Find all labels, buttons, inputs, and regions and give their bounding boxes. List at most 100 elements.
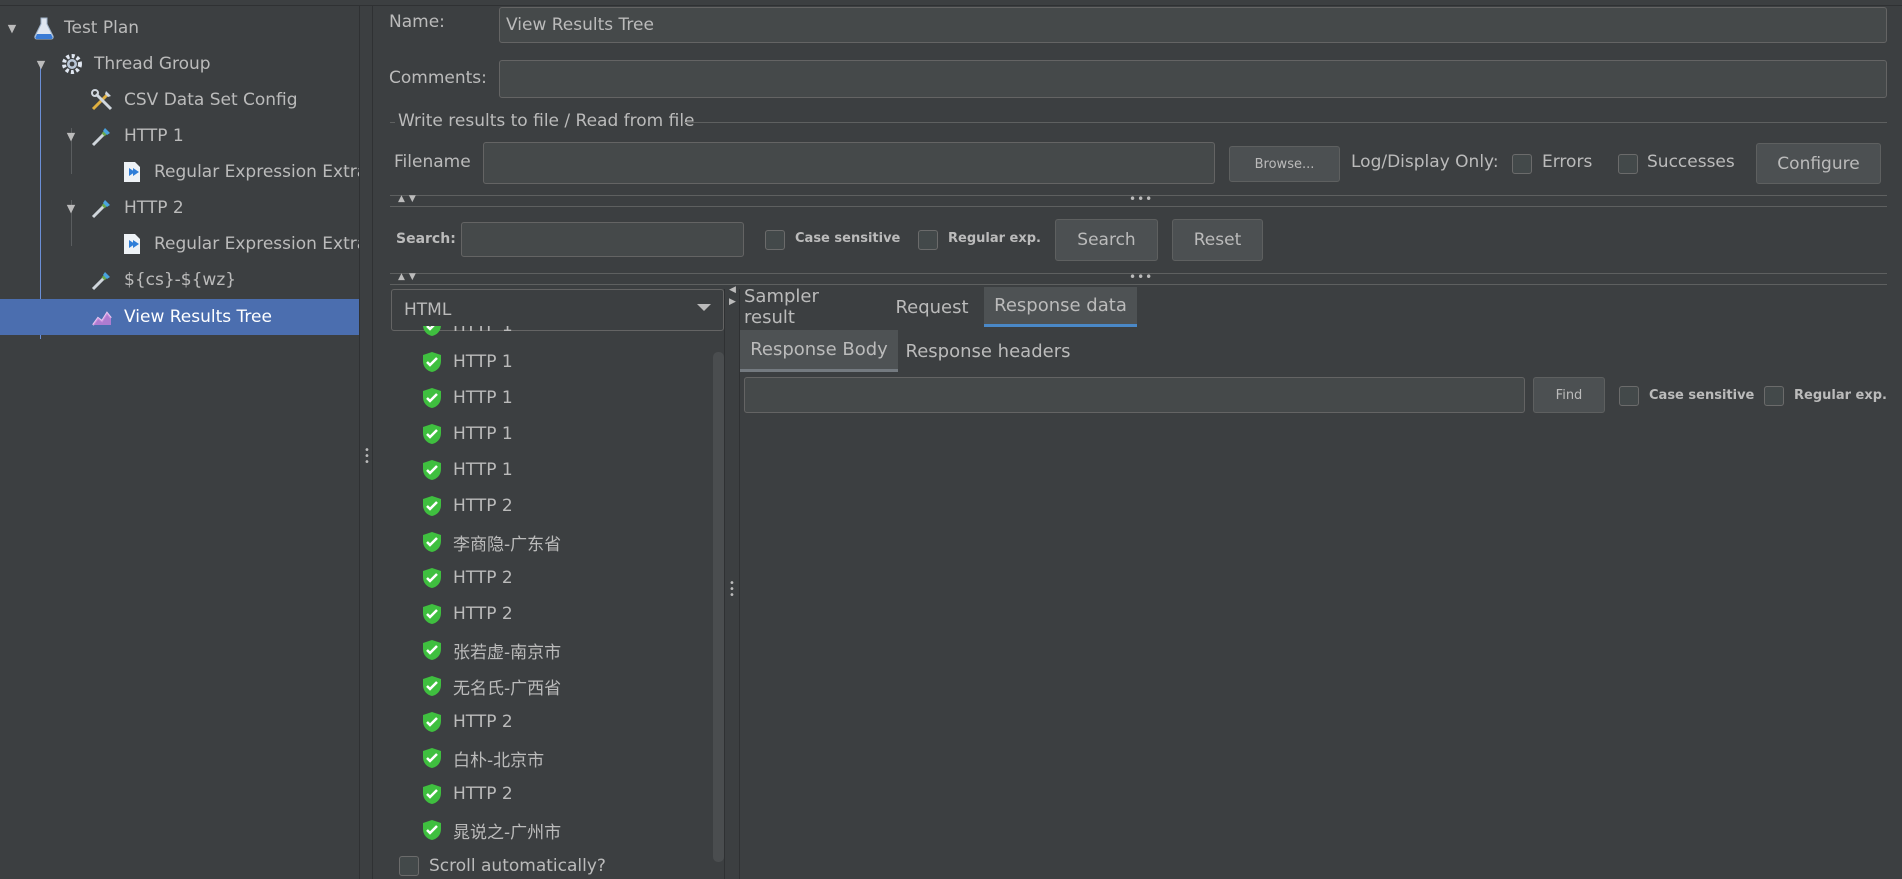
chevron-down-icon[interactable]: ▼ — [4, 20, 20, 36]
results-scrollbar[interactable] — [713, 352, 724, 862]
tree-item-label: View Results Tree — [124, 307, 272, 327]
tree-item-http-2[interactable]: ▼ HTTP 2 — [0, 190, 359, 226]
file-group-title: Write results to file / Read from file — [398, 111, 695, 131]
main-splitter[interactable]: • • • — [359, 6, 373, 879]
find-case-sensitive-checkbox[interactable] — [1619, 386, 1639, 406]
search-input[interactable] — [461, 222, 744, 257]
success-shield-icon — [423, 388, 441, 408]
result-item-label: HTTP 2 — [453, 568, 513, 588]
case-sensitive-checkbox[interactable] — [765, 230, 785, 250]
result-item[interactable]: 晁说之-广州市 — [421, 812, 561, 848]
tab-request[interactable]: Request — [890, 287, 974, 327]
success-shield-icon — [423, 676, 441, 696]
result-item-label: HTTP 2 — [453, 604, 513, 624]
group-border — [684, 122, 1887, 123]
result-item-label: HTTP 2 — [453, 712, 513, 732]
tree-item-cs-wz-sampler[interactable]: ${cs}-${wz} — [0, 262, 359, 298]
tree-item-regex-extractor-2[interactable]: Regular Expression Extra — [0, 226, 359, 262]
success-shield-icon — [423, 712, 441, 732]
result-item[interactable]: 无名氏-广西省 — [421, 668, 561, 704]
success-shield-icon — [423, 748, 441, 768]
filename-field[interactable] — [483, 142, 1215, 184]
result-item-label: HTTP 1 — [453, 460, 513, 480]
configure-button[interactable]: Configure — [1756, 143, 1881, 184]
errors-checkbox[interactable] — [1512, 154, 1532, 174]
success-shield-icon — [423, 532, 441, 552]
tree-item-thread-group[interactable]: ▼ Thread Group — [0, 46, 359, 82]
tree-item-label: ${cs}-${wz} — [124, 270, 237, 290]
find-input[interactable] — [744, 377, 1525, 413]
find-button[interactable]: Find — [1533, 377, 1605, 413]
extractor-icon — [120, 232, 144, 256]
tree-item-label: Regular Expression Extra — [154, 234, 359, 254]
success-shield-icon — [423, 496, 441, 516]
results-list[interactable]: HTTP 1 HTTP 1 HTTP 1 HTTP 1 HTTP 1 HTTP … — [391, 326, 724, 879]
scroll-automatically-checkbox[interactable] — [399, 856, 419, 876]
tab-response-data[interactable]: Response data — [984, 287, 1137, 327]
result-item[interactable]: 李商隐-广东省 — [421, 524, 561, 560]
result-item[interactable]: HTTP 1 — [421, 326, 513, 344]
result-item[interactable]: HTTP 1 — [421, 380, 513, 416]
search-button[interactable]: Search — [1055, 219, 1158, 261]
regex-label: Regular exp. — [948, 231, 1041, 246]
result-item[interactable]: HTTP 2 — [421, 776, 513, 812]
result-item[interactable]: 张若虚-南京市 — [421, 632, 561, 668]
name-label: Name: — [389, 12, 445, 32]
tree-item-regex-extractor-1[interactable]: Regular Expression Extra — [0, 154, 359, 190]
scroll-automatically-option[interactable]: Scroll automatically? — [399, 848, 606, 879]
regex-checkbox[interactable] — [918, 230, 938, 250]
browse-button[interactable]: Browse... — [1229, 146, 1340, 182]
test-plan-tree[interactable]: ▼ Test Plan ▼ Thread Group CSV Data Set … — [0, 6, 359, 879]
result-item[interactable]: HTTP 1 — [421, 452, 513, 488]
section-splitter[interactable]: ▲▼ ••• — [390, 270, 1887, 285]
result-item[interactable]: HTTP 1 — [421, 416, 513, 452]
section-splitter[interactable]: ▲▼ ••• — [390, 192, 1887, 207]
renderer-select[interactable]: HTML — [391, 289, 724, 331]
comments-field[interactable] — [499, 60, 1887, 98]
tree-item-label: HTTP 1 — [124, 126, 184, 146]
chevron-down-icon[interactable]: ▼ — [63, 128, 79, 144]
flask-icon — [32, 16, 56, 40]
successes-checkbox[interactable] — [1618, 154, 1638, 174]
tree-item-test-plan[interactable]: ▼ Test Plan — [0, 10, 359, 46]
result-item[interactable]: HTTP 1 — [421, 344, 513, 380]
find-regex-checkbox[interactable] — [1764, 386, 1784, 406]
find-regex-label: Regular exp. — [1794, 388, 1887, 403]
response-body-viewer[interactable] — [740, 425, 1902, 879]
reset-button[interactable]: Reset — [1172, 219, 1263, 261]
result-item-label: 晁说之-广州市 — [453, 822, 562, 843]
gear-icon — [60, 52, 84, 76]
chevron-down-icon — [697, 304, 711, 311]
tree-item-csv-data-set-config[interactable]: CSV Data Set Config — [0, 82, 359, 118]
splitter-grip-icon: ••• — [364, 445, 370, 468]
result-item-label: HTTP 1 — [453, 424, 513, 444]
result-item[interactable]: 白朴-北京市 — [421, 740, 544, 776]
result-item[interactable]: HTTP 2 — [421, 488, 513, 524]
result-item-label: HTTP 2 — [453, 784, 513, 804]
collapse-arrows-icon[interactable]: ▲▼ — [398, 272, 420, 282]
result-item[interactable]: HTTP 2 — [421, 704, 513, 740]
tab-response-headers[interactable]: Response headers — [904, 330, 1072, 372]
pipette-icon — [90, 196, 114, 220]
name-field[interactable]: View Results Tree — [499, 7, 1887, 43]
collapse-arrows-icon[interactable]: ▲▼ — [398, 194, 420, 204]
tab-response-body[interactable]: Response Body — [740, 330, 898, 372]
pipette-icon — [90, 268, 114, 292]
chevron-down-icon[interactable]: ▼ — [63, 200, 79, 216]
result-item[interactable]: HTTP 2 — [421, 560, 513, 596]
results-splitter[interactable]: ◀ ▶ • • • — [724, 286, 740, 879]
chevron-down-icon[interactable]: ▼ — [33, 56, 49, 72]
case-sensitive-label: Case sensitive — [795, 231, 901, 246]
result-item[interactable]: HTTP 2 — [421, 596, 513, 632]
tab-sampler-result[interactable]: Sampler result — [744, 286, 874, 328]
splitter-grip-icon: ••• — [729, 578, 735, 601]
comments-label: Comments: — [389, 68, 487, 88]
collapse-arrows-icon[interactable]: ◀ ▶ — [729, 286, 736, 307]
find-case-sensitive-label: Case sensitive — [1649, 388, 1755, 403]
group-border — [390, 122, 395, 123]
tree-item-view-results-tree[interactable]: View Results Tree — [0, 299, 359, 335]
successes-label: Successes — [1647, 152, 1735, 172]
result-item-label: HTTP 1 — [453, 326, 513, 336]
tree-item-http-1[interactable]: ▼ HTTP 1 — [0, 118, 359, 154]
tree-item-label: CSV Data Set Config — [124, 90, 298, 110]
